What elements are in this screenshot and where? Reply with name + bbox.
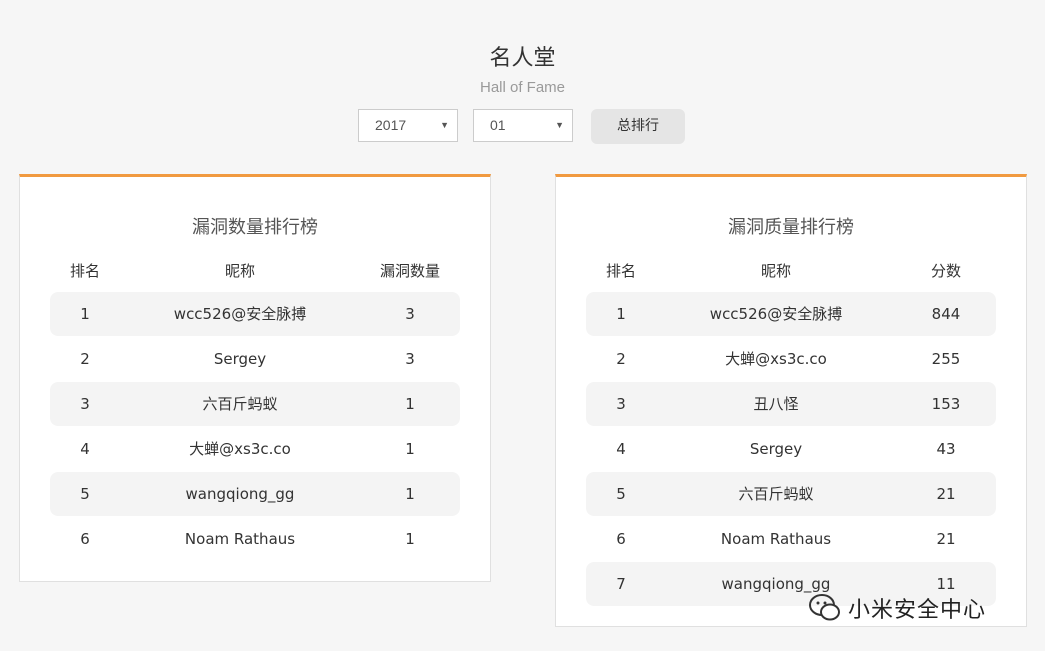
year-select-value: 2017: [375, 117, 407, 133]
chevron-down-icon: ▼: [555, 120, 564, 130]
table-row: 6 Noam Rathaus 21: [586, 517, 996, 561]
nickname-cell: 大蝉@xs3c.co: [725, 350, 827, 368]
value-cell: 255: [931, 350, 961, 368]
value-cell: 1: [405, 485, 415, 503]
nickname-cell: Sergey: [213, 350, 267, 368]
watermark: 小米安全中心: [808, 588, 986, 628]
nickname-cell: 大蝉@xs3c.co: [189, 440, 291, 458]
month-select-value: 01: [490, 117, 506, 133]
table-row: 1 wcc526@安全脉搏 3: [50, 292, 460, 336]
table-row: 2 大蝉@xs3c.co 255: [586, 337, 996, 381]
column-header-rank: 排名: [69, 262, 100, 280]
bug-quality-ranking-card: 漏洞质量排行榜 排名 昵称 分数 1 wcc526@安全脉搏 844 2 大蝉@xs3c…: [555, 174, 1027, 627]
card-title: 漏洞数量排行榜: [192, 217, 318, 238]
rank-cell: 1: [616, 305, 626, 323]
nickname-cell: Noam Rathaus: [184, 530, 296, 548]
rank-cell: 5: [80, 485, 90, 503]
year-select[interactable]: 2017 ▼: [358, 109, 458, 142]
rank-cell: 5: [616, 485, 626, 503]
value-cell: 1: [405, 395, 415, 413]
nickname-cell: 六百斤蚂蚁: [202, 395, 278, 413]
value-cell: 3: [405, 305, 415, 323]
rank-cell: 4: [80, 440, 90, 458]
total-ranking-button[interactable]: 总排行: [591, 109, 685, 144]
table-row: 3 六百斤蚂蚁 1: [50, 382, 460, 426]
nickname-cell: Sergey: [749, 440, 803, 458]
value-cell: 3: [405, 350, 415, 368]
value-cell: 1: [405, 440, 415, 458]
column-header-nickname: 昵称: [760, 262, 791, 280]
table-header: 排名 昵称 漏洞数量: [20, 260, 490, 282]
rank-cell: 3: [80, 395, 90, 413]
bug-count-ranking-card: 漏洞数量排行榜 排名 昵称 漏洞数量 1 wcc526@安全脉搏 3 2 Sergey 3…: [19, 174, 491, 582]
table-row: 2 Sergey 3: [50, 337, 460, 381]
value-cell: 21: [936, 485, 956, 503]
nickname-cell: wcc526@安全脉搏: [709, 305, 843, 323]
rank-cell: 3: [616, 395, 626, 413]
table-row: 6 Noam Rathaus 1: [50, 517, 460, 561]
month-select[interactable]: 01 ▼: [473, 109, 573, 142]
value-cell: 844: [931, 305, 961, 323]
rank-cell: 7: [616, 575, 626, 593]
column-header-score: 分数: [930, 262, 961, 280]
nickname-cell: wcc526@安全脉搏: [173, 305, 307, 323]
column-header-nickname: 昵称: [224, 262, 255, 280]
table-row: 4 大蝉@xs3c.co 1: [50, 427, 460, 471]
wechat-icon: [808, 591, 842, 625]
card-title: 漏洞质量排行榜: [728, 217, 854, 238]
value-cell: 43: [936, 440, 956, 458]
watermark-text: 小米安全中心: [848, 598, 987, 623]
table-row: 3 丑八怪 153: [586, 382, 996, 426]
page-subtitle: Hall of Fame: [479, 79, 566, 96]
rank-cell: 1: [80, 305, 90, 323]
nickname-cell: wangqiong_gg: [185, 485, 295, 503]
rank-cell: 6: [80, 530, 90, 548]
table-row: 5 wangqiong_gg 1: [50, 472, 460, 516]
value-cell: 21: [936, 530, 956, 548]
rank-cell: 4: [616, 440, 626, 458]
table-row: 1 wcc526@安全脉搏 844: [586, 292, 996, 336]
rank-cell: 2: [616, 350, 626, 368]
page-title: 名人堂: [489, 46, 556, 71]
column-header-count: 漏洞数量: [379, 262, 440, 280]
value-cell: 1: [405, 530, 415, 548]
rank-cell: 6: [616, 530, 626, 548]
table-row: 4 Sergey 43: [586, 427, 996, 471]
nickname-cell: 丑八怪: [753, 395, 799, 413]
table-header: 排名 昵称 分数: [556, 260, 1026, 282]
value-cell: 153: [931, 395, 961, 413]
rank-cell: 2: [80, 350, 90, 368]
nickname-cell: 六百斤蚂蚁: [738, 485, 814, 503]
chevron-down-icon: ▼: [440, 120, 449, 130]
column-header-rank: 排名: [605, 262, 636, 280]
table-row: 5 六百斤蚂蚁 21: [586, 472, 996, 516]
nickname-cell: Noam Rathaus: [720, 530, 832, 548]
